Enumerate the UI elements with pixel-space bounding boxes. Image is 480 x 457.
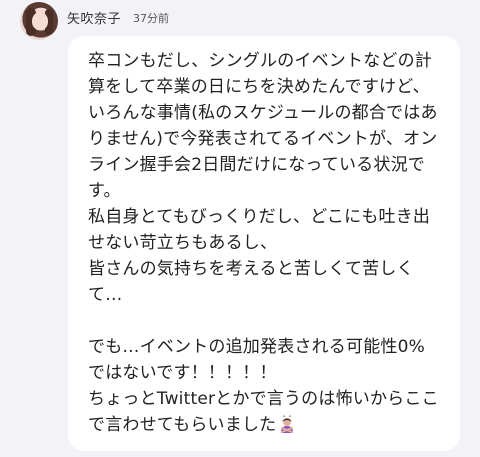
message-line: で言わせてもらいました <box>88 415 277 435</box>
message-line: 卒コンもだし、シングルのイベントなどの計 <box>88 51 432 71</box>
avatar[interactable] <box>20 2 58 40</box>
message-last-line: で言わせてもらいました <box>88 412 452 438</box>
message-line: ライン握手会2日間だけになっている状況で <box>88 155 425 175</box>
message-line: 私自身とてもびっくりだし、どこにも吐き出 <box>88 207 431 227</box>
message-line: 皆さんの気持ちを考えると苦しくて苦しく <box>88 259 414 279</box>
message-line: 算をして卒業の日にちを決めたんですけど、 <box>88 77 430 97</box>
message-line: りません)で今発表されてるイベントが、オン <box>88 129 438 149</box>
post-header: 矢吹奈子 37分前 <box>0 0 480 40</box>
message-line: せない苛立ちもあるし、 <box>88 233 278 253</box>
message-line: ちょっとTwitterとかで言うのは怖いからここ <box>88 389 439 409</box>
message-bubble: 卒コンもだし、シングルのイベントなどの計 算をして卒業の日にちを決めたんですけど… <box>68 36 460 451</box>
message-line: す。 <box>88 181 121 201</box>
message-line: て… <box>88 285 123 305</box>
author-name[interactable]: 矢吹奈子 <box>67 8 121 27</box>
message-line: でも…イベントの追加発表される可能性0% <box>88 337 425 357</box>
avatar-face <box>32 12 48 30</box>
post-time: 37分前 <box>133 12 169 25</box>
person-gesturing-no-icon <box>278 414 296 433</box>
message-line: ではないです！！！！！ <box>88 363 277 383</box>
message-line: いろんな事情(私のスケジュールの都合ではあ <box>88 103 438 123</box>
